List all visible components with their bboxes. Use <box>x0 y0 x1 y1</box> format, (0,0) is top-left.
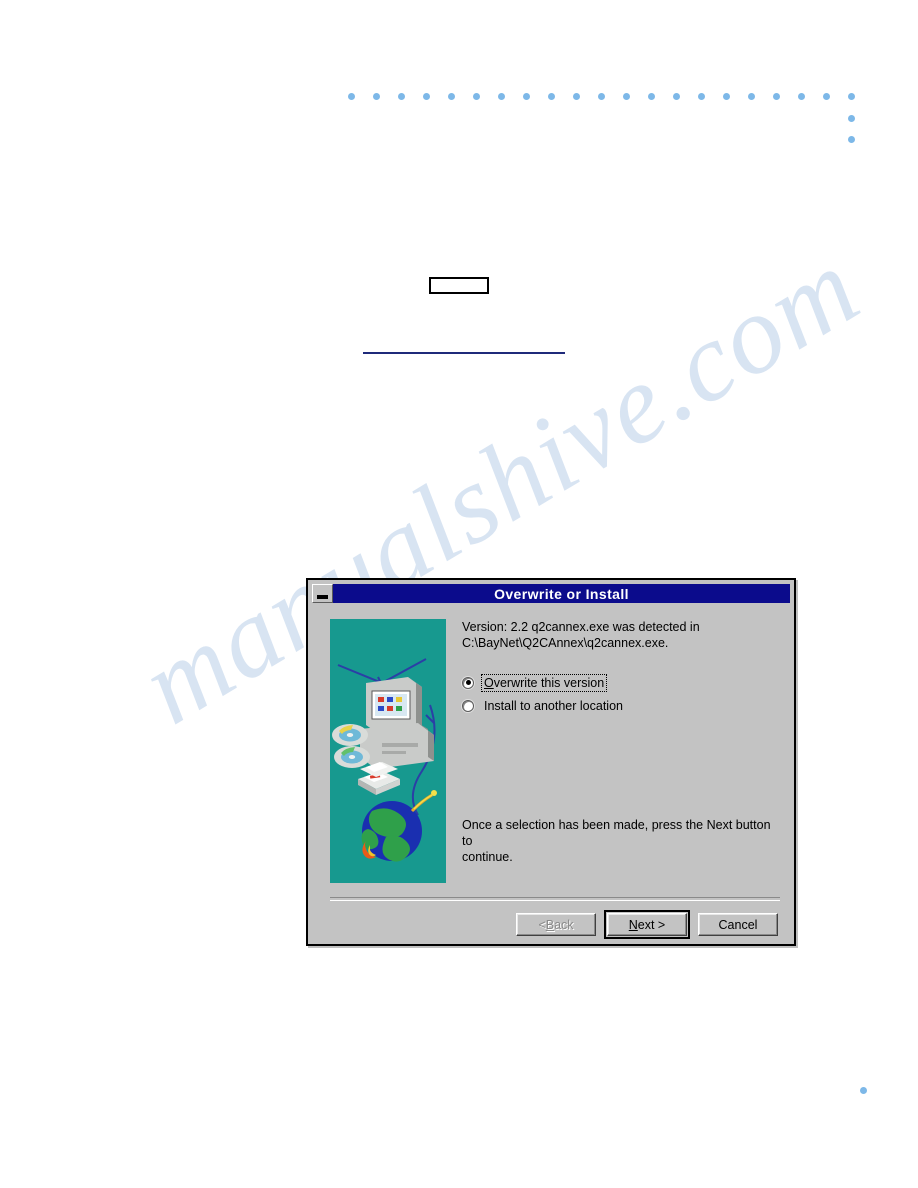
decorative-dot <box>348 93 355 100</box>
decorative-dot <box>698 93 705 100</box>
dialog-client-area: Version: 2.2 q2cannex.exe was detected i… <box>312 605 790 940</box>
decorative-dot <box>423 93 430 100</box>
install-option-group: Overwrite this version Install to anothe… <box>462 673 780 715</box>
detection-message: Version: 2.2 q2cannex.exe was detected i… <box>462 620 700 650</box>
decorative-dot <box>823 93 830 100</box>
back-button-text: ack <box>554 917 574 932</box>
overwrite-or-install-dialog: Overwrite or Install Version: 2.2 q2cann… <box>306 578 796 946</box>
minimize-button[interactable] <box>312 584 333 603</box>
corner-decorative-dot <box>860 1087 867 1094</box>
accelerator-letter: O <box>484 675 494 690</box>
back-button-prefix: < <box>538 917 546 932</box>
radio-selected-icon[interactable] <box>462 676 474 689</box>
dialog-title: Overwrite or Install <box>333 584 790 603</box>
instruction-hint: Once a selection has been made, press th… <box>462 818 771 864</box>
decorative-dot <box>748 93 755 100</box>
decorative-dot <box>398 93 405 100</box>
decorative-dot <box>848 136 855 143</box>
back-button[interactable]: < Back <box>516 913 596 936</box>
decorative-dot <box>673 93 680 100</box>
decorative-dot <box>573 93 580 100</box>
decorative-dot <box>598 93 605 100</box>
radio-option-another-location[interactable]: Install to another location <box>462 696 780 715</box>
dialog-title-bar: Overwrite or Install <box>312 584 790 603</box>
installer-artwork-icon <box>330 619 446 883</box>
next-button-accel: N <box>628 917 638 932</box>
next-button-text: ext > <box>637 917 666 932</box>
decorative-dot <box>648 93 655 100</box>
decorative-dot <box>473 93 480 100</box>
radio-option-overwrite[interactable]: Overwrite this version <box>462 673 780 692</box>
cancel-button[interactable]: Cancel <box>698 913 778 936</box>
radio-option-overwrite-text: verwrite this version <box>493 675 605 690</box>
decorative-dot <box>798 93 805 100</box>
empty-content-box <box>429 277 489 294</box>
decorative-dot <box>848 115 855 122</box>
radio-unselected-icon[interactable] <box>462 699 474 712</box>
decorative-dot <box>523 93 530 100</box>
decorative-dot <box>723 93 730 100</box>
installer-illustration <box>330 619 446 883</box>
decorative-dot <box>373 93 380 100</box>
decorative-dot <box>623 93 630 100</box>
decorative-dot <box>848 93 855 100</box>
dialog-button-row: < Back Next > Cancel <box>516 910 778 939</box>
decorative-dot <box>548 93 555 100</box>
button-separator <box>330 897 780 901</box>
dialog-content: Version: 2.2 q2cannex.exe was detected i… <box>462 619 780 719</box>
back-button-accel: B <box>545 917 555 932</box>
minimize-icon <box>317 594 328 599</box>
cancel-button-text: Cancel <box>718 917 758 932</box>
blue-horizontal-rule <box>363 352 565 354</box>
decorative-dot <box>498 93 505 100</box>
radio-option-another-location-label: Install to another location <box>484 698 623 713</box>
decorative-dot <box>448 93 455 100</box>
decorative-dot <box>773 93 780 100</box>
next-button[interactable]: Next > <box>604 910 690 939</box>
radio-option-overwrite-label: Overwrite this version <box>480 673 608 692</box>
